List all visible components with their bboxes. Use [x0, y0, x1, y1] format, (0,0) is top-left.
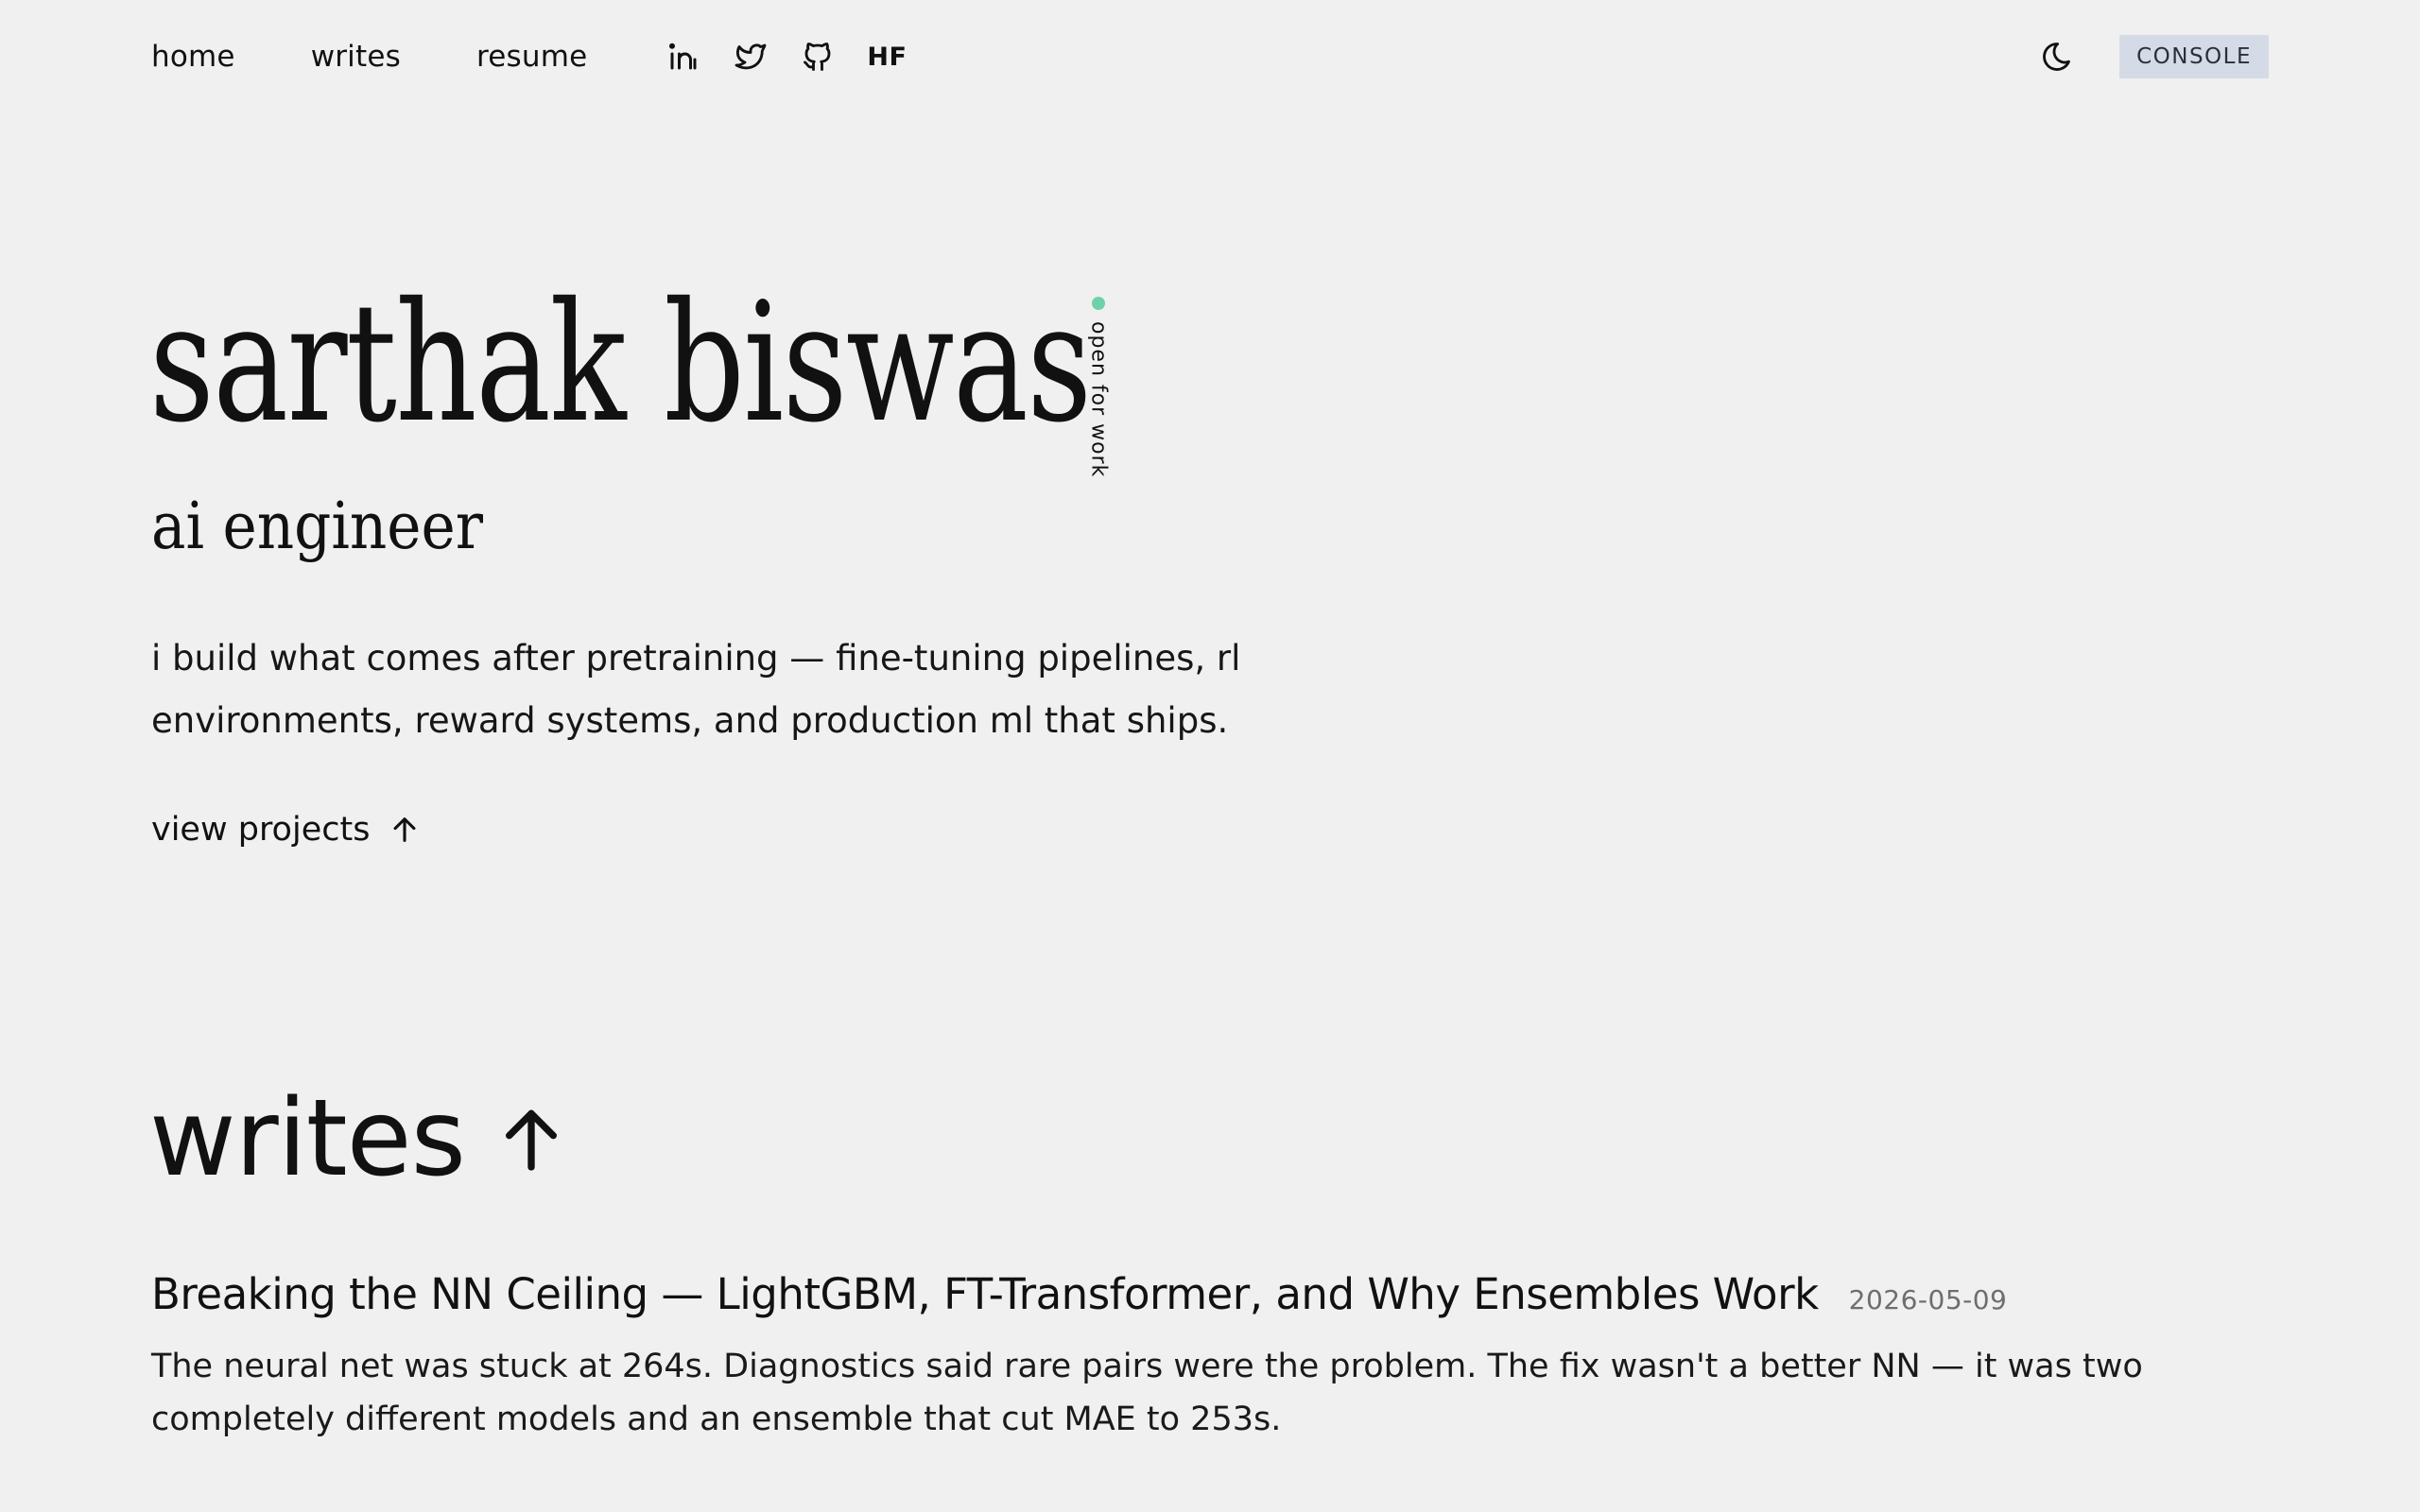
- github-icon[interactable]: [801, 40, 835, 74]
- linkedin-icon[interactable]: [666, 40, 700, 74]
- nav-link-writes[interactable]: writes: [311, 40, 401, 74]
- arrow-up-icon: [493, 1101, 569, 1177]
- post-header: Breaking the NN Ceiling — LightGBM, FT-T…: [151, 1266, 2269, 1323]
- post-excerpt: The neural net was stuck at 264s. Diagno…: [151, 1348, 2143, 1438]
- writes-heading-label: writes: [149, 1077, 466, 1200]
- console-button[interactable]: CONSOLE: [2119, 35, 2269, 78]
- moon-icon[interactable]: [2040, 40, 2074, 74]
- post-title[interactable]: Breaking the NN Ceiling — LightGBM, FT-T…: [151, 1266, 1819, 1323]
- huggingface-link[interactable]: HF: [867, 43, 907, 72]
- hero-name: sarthak biswas: [149, 267, 1092, 459]
- status-dot: [1092, 297, 1105, 310]
- nav-right: CONSOLE: [2040, 35, 2269, 78]
- twitter-icon[interactable]: [733, 40, 769, 74]
- status-indicator: open for work: [1086, 297, 1111, 477]
- view-projects-link[interactable]: view projects: [151, 811, 421, 849]
- hero-role: ai engineer: [151, 490, 484, 564]
- hero-description: i build what comes after pretraining — f…: [151, 638, 1241, 741]
- nav-link-home[interactable]: home: [151, 40, 235, 74]
- arrow-up-icon: [389, 814, 421, 846]
- writes-heading[interactable]: writes: [149, 1077, 569, 1200]
- social-links: HF: [666, 40, 907, 74]
- top-nav: home writes resume HF CONSOLE: [151, 0, 2269, 113]
- nav-link-resume[interactable]: resume: [476, 40, 587, 74]
- view-projects-label: view projects: [151, 811, 371, 849]
- post-item: Breaking the NN Ceiling — LightGBM, FT-T…: [151, 1266, 2269, 1446]
- post-date: 2026-05-09: [1848, 1284, 2008, 1315]
- status-text: open for work: [1086, 321, 1111, 478]
